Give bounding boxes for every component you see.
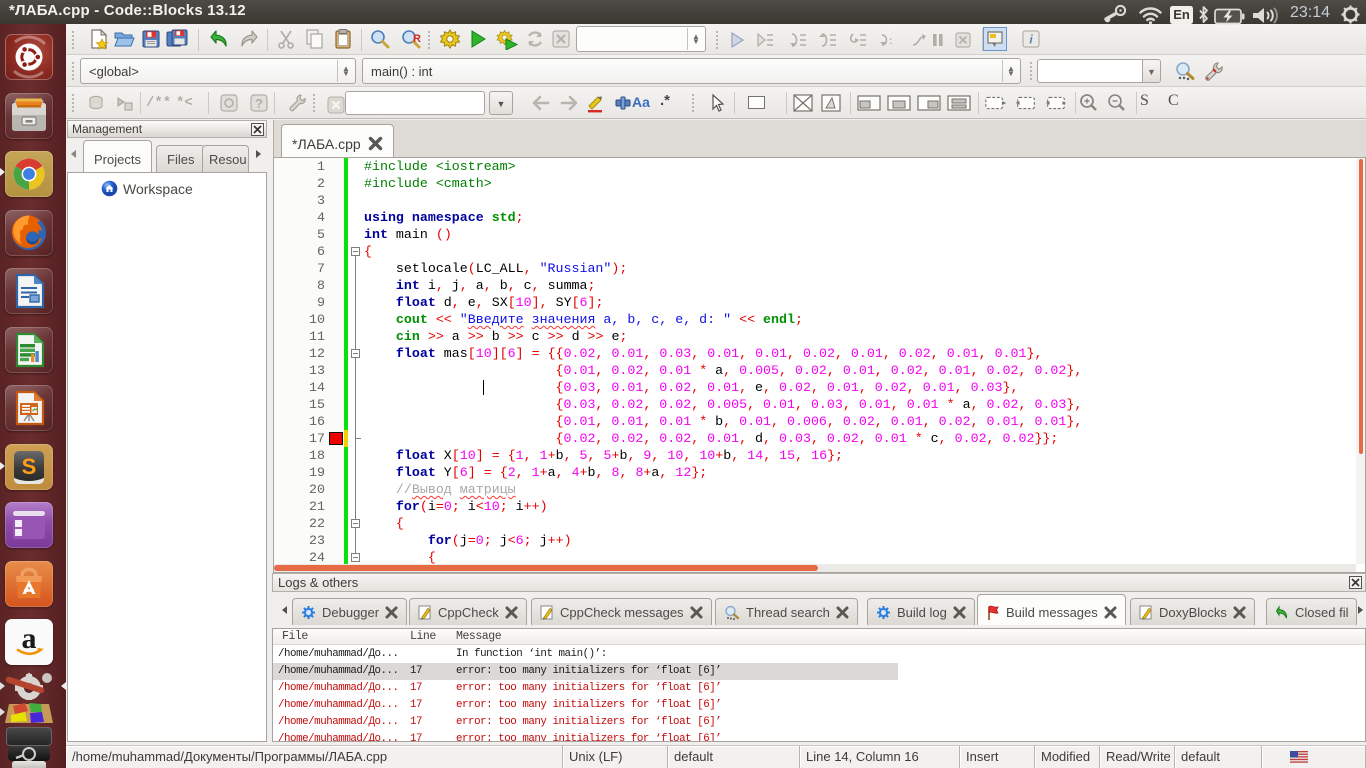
svg-text:R: R bbox=[413, 33, 421, 45]
svg-text::: : bbox=[889, 36, 892, 47]
svg-text:a: a bbox=[22, 622, 37, 655]
svg-text:S: S bbox=[22, 454, 37, 479]
svg-text:?: ? bbox=[255, 96, 263, 111]
